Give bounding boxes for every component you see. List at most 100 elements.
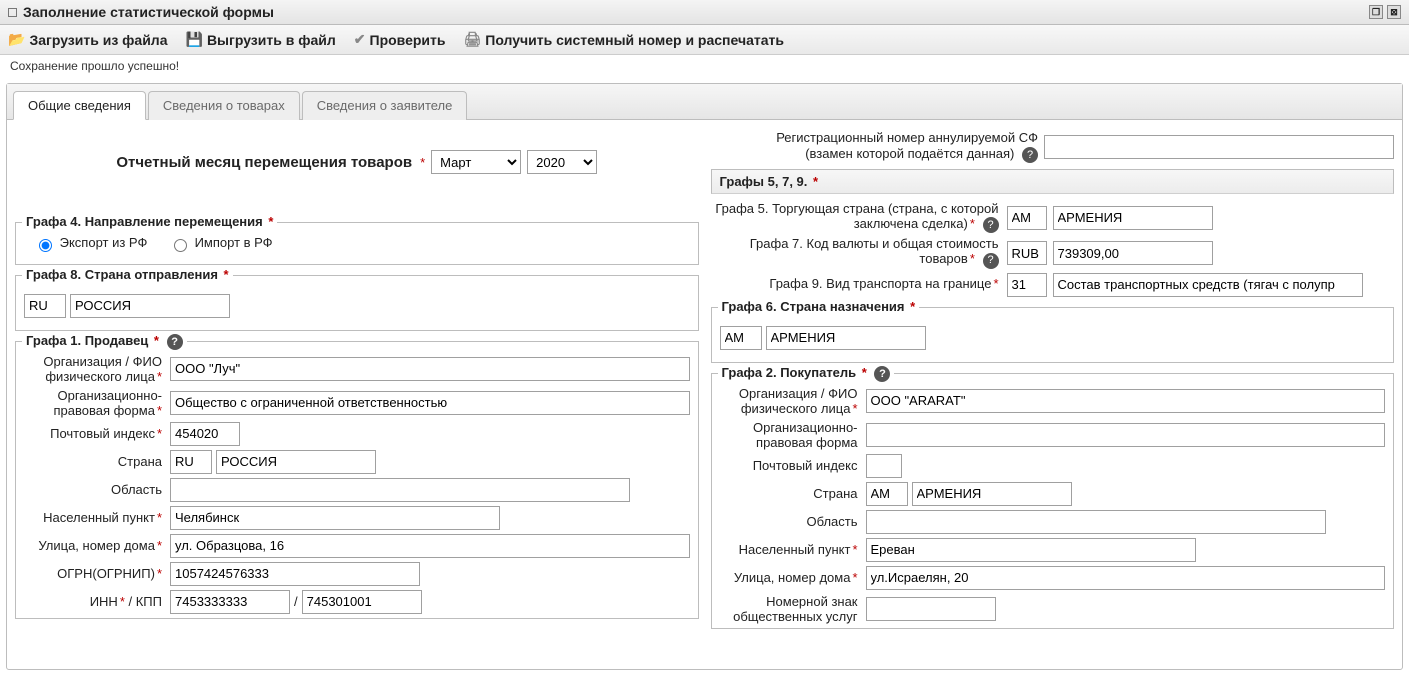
g8-fieldset: Графа 8. Страна отправления * — [15, 275, 699, 331]
download-icon: 💾 — [186, 31, 203, 48]
g1-fieldset: Графа 1. Продавец * ? Организация / ФИО … — [15, 341, 699, 619]
g4-export-radio[interactable] — [39, 239, 52, 252]
g8-legend: Графа 8. Страна отправления * — [22, 267, 233, 282]
required-marker: * — [813, 174, 818, 189]
report-period-label: Отчетный месяц перемещения товаров — [116, 154, 412, 171]
g2-fieldset: Графа 2. Покупатель * ? Организация / ФИ… — [711, 373, 1395, 629]
help-icon[interactable]: ? — [167, 334, 183, 350]
g4-import-radio-label[interactable]: Импорт в РФ — [169, 235, 273, 250]
toolbar-check-button[interactable]: ✔ Проверить — [354, 31, 446, 48]
g2-street-input[interactable] — [866, 566, 1386, 590]
printer-icon: 🖨 — [464, 31, 482, 48]
g1-zip-label: Почтовый индекс* — [24, 426, 166, 441]
g2-country-code-input[interactable] — [866, 482, 908, 506]
g4-export-radio-label[interactable]: Экспорт из РФ — [34, 235, 151, 250]
g6-legend-text: Графа 6. Страна назначения — [722, 299, 905, 314]
g7-currency-input[interactable] — [1007, 241, 1047, 265]
g1-street-input[interactable] — [170, 534, 690, 558]
g6-legend: Графа 6. Страна назначения * — [718, 299, 920, 314]
toolbar: 📂 Загрузить из файла 💾 Выгрузить в файл … — [0, 25, 1409, 55]
tab-applicant[interactable]: Сведения о заявителе — [302, 91, 468, 120]
report-year-select[interactable]: 2020 — [527, 150, 597, 174]
required-marker: * — [420, 155, 425, 170]
g1-ogrn-label: ОГРН(ОГРНИП)* — [24, 566, 166, 581]
g2-region-input[interactable] — [866, 510, 1326, 534]
g2-nzou-label: Номерной знак общественных услуг — [720, 594, 862, 624]
regnum-row: Регистрационный номер аннулируемой СФ (в… — [711, 130, 1395, 163]
g2-zip-input[interactable] — [866, 454, 902, 478]
g1-city-input[interactable] — [170, 506, 500, 530]
required-marker: * — [154, 333, 159, 348]
g7-amount-input[interactable] — [1053, 241, 1213, 265]
window-close-button[interactable]: ⊠ — [1387, 5, 1401, 19]
g1-kpp-input[interactable] — [302, 590, 422, 614]
window-title: Заполнение статистической формы — [23, 4, 274, 20]
g6-country-name-input[interactable] — [766, 326, 926, 350]
toolbar-print-label: Получить системный номер и распечатать — [485, 32, 784, 48]
g9-code-input[interactable] — [1007, 273, 1047, 297]
regnum-input[interactable] — [1044, 135, 1394, 159]
g5-name-input[interactable] — [1053, 206, 1213, 230]
g4-import-text: Импорт в РФ — [195, 235, 273, 250]
required-marker: * — [910, 299, 915, 314]
g1-org-input[interactable] — [170, 357, 690, 381]
g2-form-input[interactable] — [866, 423, 1386, 447]
inn-kpp-sep: / — [294, 594, 298, 609]
g2-zip-label: Почтовый индекс — [720, 458, 862, 473]
g1-ogrn-input[interactable] — [170, 562, 420, 586]
right-column: Регистрационный номер аннулируемой СФ (в… — [711, 130, 1395, 639]
g2-org-input[interactable] — [866, 389, 1386, 413]
g2-city-label: Населенный пункт* — [720, 542, 862, 557]
help-icon[interactable]: ? — [983, 217, 999, 233]
g1-street-label: Улица, номер дома* — [24, 538, 166, 553]
g1-country-name-input[interactable] — [216, 450, 376, 474]
g4-export-text: Экспорт из РФ — [60, 235, 148, 250]
help-icon[interactable]: ? — [874, 366, 890, 382]
report-month-select[interactable]: Март — [431, 150, 521, 174]
g1-country-code-input[interactable] — [170, 450, 212, 474]
g9-row: Графа 9. Вид транспорта на границе* — [711, 273, 1395, 297]
tab-goods-label: Сведения о товарах — [163, 98, 285, 113]
g2-country-name-input[interactable] — [912, 482, 1072, 506]
g2-legend: Графа 2. Покупатель * ? — [718, 365, 895, 382]
left-column: Отчетный месяц перемещения товаров * Мар… — [15, 130, 699, 639]
g9-desc-input[interactable] — [1053, 273, 1363, 297]
g4-import-radio[interactable] — [174, 239, 187, 252]
g8-legend-text: Графа 8. Страна отправления — [26, 267, 218, 282]
toolbar-check-label: Проверить — [370, 32, 446, 48]
g1-form-input[interactable] — [170, 391, 690, 415]
g1-zip-input[interactable] — [170, 422, 240, 446]
help-icon[interactable]: ? — [1022, 147, 1038, 163]
toolbar-load-label: Загрузить из файла — [29, 32, 167, 48]
g1-legend-text: Графа 1. Продавец — [26, 333, 148, 348]
g2-nzou-input[interactable] — [866, 597, 996, 621]
window-sysmenu-icon — [8, 8, 17, 17]
window-restore-button[interactable]: ❐ — [1369, 5, 1383, 19]
help-icon[interactable]: ? — [983, 253, 999, 269]
g2-form-label: Организационно-правовая форма — [720, 420, 862, 450]
tabstrip: Общие сведения Сведения о товарах Сведен… — [7, 84, 1402, 120]
toolbar-print-button[interactable]: 🖨 Получить системный номер и распечатать — [464, 31, 784, 48]
g579-header: Графы 5, 7, 9. * — [711, 169, 1395, 194]
g8-country-name-input[interactable] — [70, 294, 230, 318]
window-titlebar: Заполнение статистической формы ❐ ⊠ — [0, 0, 1409, 25]
tab-body: Отчетный месяц перемещения товаров * Мар… — [7, 120, 1402, 669]
tab-general[interactable]: Общие сведения — [13, 91, 146, 120]
toolbar-export-button[interactable]: 💾 Выгрузить в файл — [186, 31, 336, 48]
g6-country-code-input[interactable] — [720, 326, 762, 350]
g2-street-label: Улица, номер дома* — [720, 570, 862, 585]
required-marker: * — [862, 365, 867, 380]
g1-region-input[interactable] — [170, 478, 630, 502]
g8-country-code-input[interactable] — [24, 294, 66, 318]
toolbar-load-button[interactable]: 📂 Загрузить из файла — [8, 31, 168, 48]
g4-fieldset: Графа 4. Направление перемещения * Экспо… — [15, 222, 699, 265]
g9-label: Графа 9. Вид транспорта на границе* — [711, 277, 1001, 292]
upload-icon: 📂 — [8, 31, 25, 48]
tab-goods[interactable]: Сведения о товарах — [148, 91, 300, 120]
g1-inn-input[interactable] — [170, 590, 290, 614]
g2-city-input[interactable] — [866, 538, 1196, 562]
check-icon: ✔ — [354, 31, 366, 48]
g5-code-input[interactable] — [1007, 206, 1047, 230]
g2-legend-text: Графа 2. Покупатель — [722, 365, 857, 380]
tab-applicant-label: Сведения о заявителе — [317, 98, 453, 113]
